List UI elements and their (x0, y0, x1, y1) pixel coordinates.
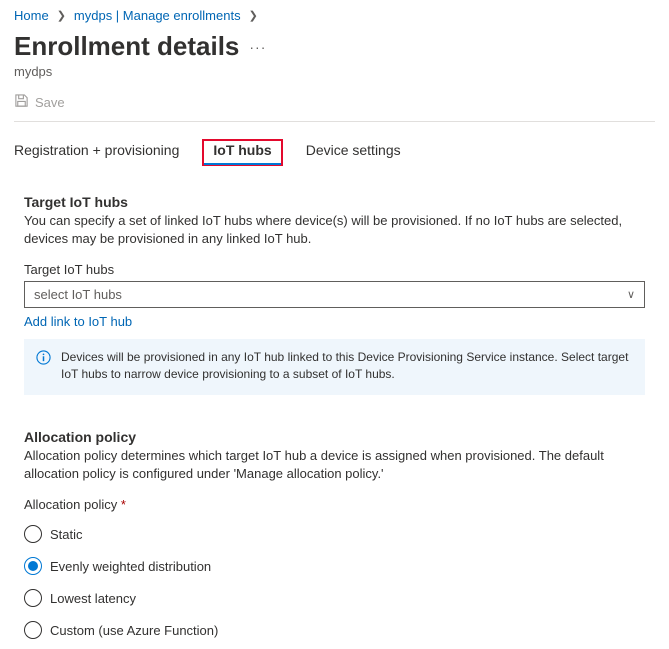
content: Target IoT hubs You can specify a set of… (14, 194, 655, 644)
page-title: Enrollment details (14, 31, 239, 62)
radio-label: Static (50, 527, 83, 542)
target-iot-hubs-select[interactable]: select IoT hubs ∨ (24, 281, 645, 308)
allocation-policy-radio-group: Static Evenly weighted distribution Lowe… (24, 520, 645, 644)
page-header: Enrollment details ··· (14, 31, 655, 62)
save-label: Save (35, 95, 65, 110)
radio-label: Evenly weighted distribution (50, 559, 211, 574)
radio-icon (24, 589, 42, 607)
chevron-right-icon: ❯ (53, 9, 70, 22)
page-subtitle: mydps (14, 64, 655, 79)
add-link-to-iot-hub[interactable]: Add link to IoT hub (24, 314, 132, 329)
radio-icon (24, 557, 42, 575)
info-text: Devices will be provisioned in any IoT h… (61, 349, 633, 383)
tab-registration[interactable]: Registration + provisioning (14, 142, 179, 164)
allocation-policy-title: Allocation policy (24, 429, 645, 445)
info-icon (36, 349, 51, 383)
info-box: Devices will be provisioned in any IoT h… (24, 339, 645, 395)
breadcrumb-home[interactable]: Home (14, 8, 49, 23)
radio-icon (24, 525, 42, 543)
tab-device-settings[interactable]: Device settings (306, 142, 401, 164)
radio-label: Custom (use Azure Function) (50, 623, 218, 638)
radio-custom[interactable]: Custom (use Azure Function) (24, 616, 645, 644)
more-button[interactable]: ··· (249, 39, 266, 55)
target-iot-hubs-desc: You can specify a set of linked IoT hubs… (24, 212, 645, 248)
toolbar: Save (14, 93, 655, 122)
chevron-down-icon: ∨ (627, 288, 635, 301)
tab-iot-hubs[interactable]: IoT hubs (202, 139, 282, 166)
select-placeholder: select IoT hubs (34, 287, 122, 302)
radio-label: Lowest latency (50, 591, 136, 606)
required-indicator: * (121, 497, 126, 512)
save-button[interactable]: Save (14, 93, 65, 111)
save-icon (14, 93, 29, 111)
breadcrumb: Home ❯ mydps | Manage enrollments ❯ (14, 6, 655, 31)
radio-icon (24, 621, 42, 639)
breadcrumb-mydps[interactable]: mydps | Manage enrollments (74, 8, 241, 23)
target-iot-hubs-title: Target IoT hubs (24, 194, 645, 210)
target-iot-hubs-label: Target IoT hubs (24, 262, 645, 277)
allocation-policy-label: Allocation policy * (24, 497, 645, 512)
radio-evenly-weighted[interactable]: Evenly weighted distribution (24, 552, 645, 580)
radio-lowest-latency[interactable]: Lowest latency (24, 584, 645, 612)
radio-static[interactable]: Static (24, 520, 645, 548)
chevron-right-icon: ❯ (245, 9, 262, 22)
tabs: Registration + provisioning IoT hubs Dev… (14, 142, 655, 164)
allocation-policy-desc: Allocation policy determines which targe… (24, 447, 645, 483)
